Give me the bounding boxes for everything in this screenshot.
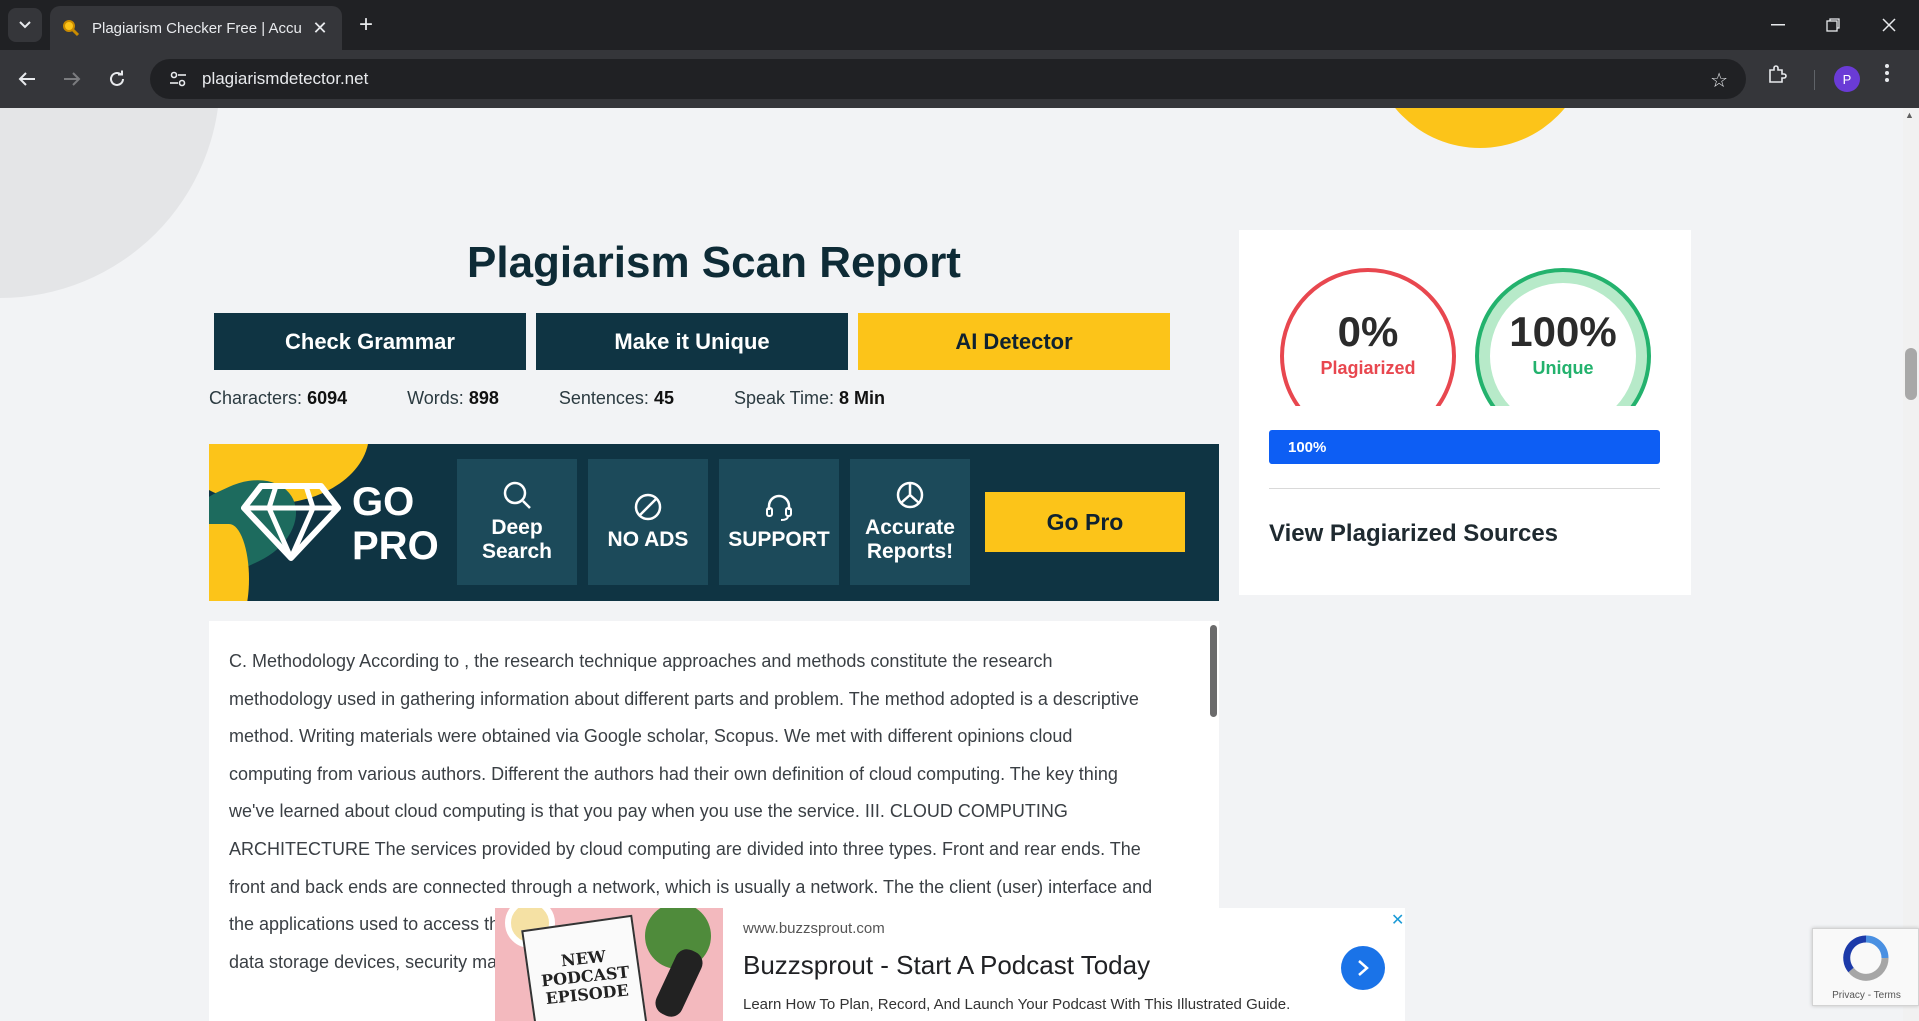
page-viewport: Plagiarism Scan Report Check Grammar Mak… [0,108,1919,1021]
extensions-button[interactable] [1767,64,1787,84]
toolbar-separator [1814,70,1815,90]
decorative-circle-yellow [1370,108,1590,148]
plagiarized-label: Plagiarized [1320,358,1416,378]
ad-banner[interactable]: NEW PODCAST EPISODE www.buzzsprout.com B… [495,908,1405,1021]
ad-close-icon[interactable]: ✕ [1391,910,1404,930]
tab-title: Plagiarism Checker Free | Accur [92,19,302,37]
restore-icon [1826,18,1840,32]
url-text: plagiarismdetector.net [202,69,369,88]
browser-menu-button[interactable] [1885,64,1889,82]
scan-progress-bar: 100% [1269,430,1660,464]
recaptcha-logo-icon [1843,935,1889,981]
bookmark-star-icon[interactable]: ☆ [1710,68,1728,93]
decorative-circle-grey [0,108,220,298]
new-tab-button[interactable]: + [352,11,380,39]
card-divider [1269,488,1660,489]
avatar: P [1834,66,1860,92]
ad-image[interactable]: NEW PODCAST EPISODE [495,908,723,1021]
arrow-left-icon [18,72,35,86]
textarea-scrollbar-thumb[interactable] [1210,625,1217,717]
page-scrollbar[interactable] [1903,108,1919,1021]
headset-icon [766,494,792,521]
chevron-down-icon [19,21,31,29]
text-stats: Characters: 6094 Words: 898 Sentences: 4… [209,388,945,409]
scan-progress-fill: 100% [1269,430,1660,464]
stat-sentences: Sentences: 45 [558,388,674,408]
close-icon [1882,18,1896,32]
ad-open-button[interactable] [1341,946,1385,990]
recaptcha-terms-link[interactable]: Privacy - Terms [1813,990,1919,1001]
browser-tab-active[interactable]: Plagiarism Checker Free | Accur ✕ [50,6,342,50]
magnifier-favicon-icon [63,20,80,37]
arrow-right-icon [64,72,81,86]
ad-image-text: NEW PODCAST EPISODE [540,946,631,1009]
unique-label: Unique [1532,358,1594,378]
feature-support: SUPPORT [719,459,839,585]
profile-button[interactable]: P [1834,66,1860,92]
feature-no-ads: NO ADS [588,459,708,585]
result-card: 0% Plagiarized 100% Unique 100% View Pla… [1239,230,1691,595]
puzzle-icon [1769,65,1787,83]
ad-title[interactable]: Buzzsprout - Start A Podcast Today [743,950,1150,981]
browser-tabbar: Plagiarism Checker Free | Accur ✕ + [0,0,1919,50]
unique-gauge: 100% Unique [1473,266,1653,406]
stat-characters: Characters: 6094 [209,388,348,408]
page-title: Plagiarism Scan Report [467,238,961,287]
browser-toolbar: plagiarismdetector.net ☆ P [0,50,1919,108]
address-bar[interactable]: plagiarismdetector.net ☆ [150,59,1746,99]
feature-deep-search: Deep Search [457,459,577,585]
feature-accurate-reports: Accurate Reports! [850,459,970,585]
plagiarized-percent: 0% [1337,308,1399,355]
chevron-right-icon [1358,960,1369,976]
go-pro-banner: GO PRO Deep Search NO ADS SUPPORT Accura… [209,444,1219,601]
plagiarized-gauge: 0% Plagiarized [1278,266,1458,406]
close-tab-icon[interactable]: ✕ [310,18,330,39]
minimize-icon [1771,24,1785,26]
check-grammar-button[interactable]: Check Grammar [214,313,526,370]
notebook-image: NEW PODCAST EPISODE [521,914,649,1021]
minimize-window-button[interactable] [1758,10,1798,40]
recaptcha-badge[interactable]: Privacy - Terms [1812,928,1919,1006]
pie-chart-icon [896,481,924,509]
tab-search-button[interactable] [8,8,42,42]
stat-words: Words: 898 [407,388,499,408]
search-icon [503,481,531,509]
diamond-icon [241,483,341,561]
site-info-icon[interactable] [160,71,196,87]
no-ads-icon [634,493,662,521]
view-plagiarized-sources-link[interactable]: View Plagiarized Sources [1269,520,1558,548]
ai-detector-button[interactable]: AI Detector [858,313,1170,370]
make-unique-button[interactable]: Make it Unique [536,313,848,370]
ad-url[interactable]: www.buzzsprout.com [743,920,885,937]
ad-description: Learn How To Plan, Record, And Launch Yo… [743,996,1291,1013]
close-window-button[interactable] [1869,10,1909,40]
scroll-up-arrow-icon[interactable]: ▲ [1905,110,1914,120]
reload-button[interactable] [102,64,132,94]
unique-percent: 100% [1509,308,1617,355]
go-pro-button[interactable]: Go Pro [985,492,1185,552]
go-pro-heading: GO PRO [352,480,439,568]
page-scrollbar-thumb[interactable] [1905,348,1917,400]
action-buttons: Check Grammar Make it Unique AI Detector [214,313,1170,370]
stat-speak-time: Speak Time: 8 Min [733,388,886,408]
restore-window-button[interactable] [1813,10,1853,40]
back-button[interactable] [12,64,42,94]
reload-icon [110,70,124,86]
forward-button[interactable] [57,64,87,94]
more-vertical-icon [1885,64,1889,82]
